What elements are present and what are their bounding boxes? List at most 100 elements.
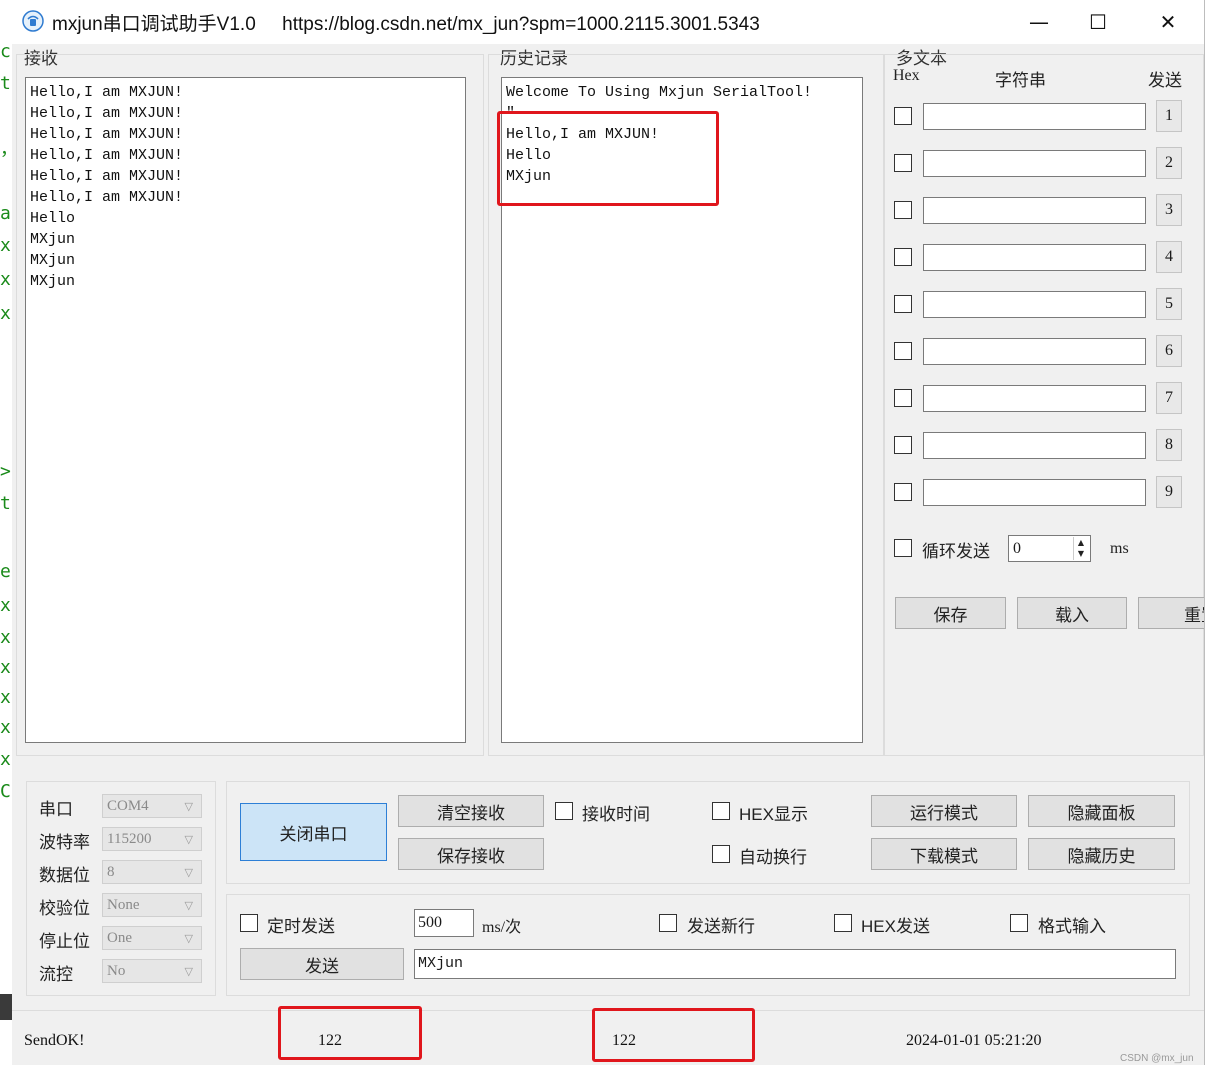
baud-rate-value: 115200 (107, 830, 152, 847)
multitext-string-input[interactable] (923, 197, 1146, 224)
multitext-string-input[interactable] (923, 150, 1146, 177)
receive-textarea[interactable]: Hello,I am MXJUN! Hello,I am MXJUN! Hello,… (25, 77, 466, 743)
receive-line: MXjun (30, 252, 76, 269)
flow-control-label: 流控 (39, 965, 73, 984)
run-mode-button[interactable]: 运行模式 (871, 795, 1017, 827)
multitext-send-button[interactable]: 3 (1156, 194, 1182, 226)
background-char: x (0, 687, 11, 708)
maximize-button[interactable]: ☐ (1069, 0, 1127, 44)
multitext-send-button[interactable]: 6 (1156, 335, 1182, 367)
clear-receive-button[interactable]: 清空接收 (398, 795, 544, 827)
close-port-button[interactable]: 关闭串口 (240, 803, 387, 861)
close-window-button[interactable]: ✕ (1139, 0, 1197, 44)
auto-newline-checkbox[interactable] (712, 845, 730, 863)
multitext-send-button[interactable]: 5 (1156, 288, 1182, 320)
highlight-box (497, 111, 719, 206)
multitext-hex-checkbox[interactable] (894, 389, 912, 407)
receive-line: MXjun (30, 231, 76, 248)
parity-label: 校验位 (39, 899, 90, 918)
multitext-string-input[interactable] (923, 244, 1146, 271)
stop-bits-combobox[interactable]: One ▽ (102, 926, 202, 950)
send-interval-input[interactable]: 500 (414, 909, 474, 937)
format-input-checkbox[interactable] (1010, 914, 1028, 932)
chevron-down-icon: ▽ (184, 801, 193, 813)
multitext-hex-checkbox[interactable] (894, 248, 912, 266)
multitext-load-button[interactable]: 载入 (1017, 597, 1127, 629)
send-text-input[interactable]: MXjun (414, 949, 1176, 979)
format-input-label: 格式输入 (1038, 917, 1106, 936)
highlight-box (278, 1006, 422, 1060)
watermark: CSDN @mx_jun (1120, 1053, 1194, 1064)
hide-panel-button[interactable]: 隐藏面板 (1028, 795, 1175, 827)
hex-send-checkbox[interactable] (834, 914, 852, 932)
multitext-string-input[interactable] (923, 103, 1146, 130)
receive-time-checkbox[interactable] (555, 802, 573, 820)
parity-combobox[interactable]: None ▽ (102, 893, 202, 917)
stop-bits-value: One (107, 929, 132, 946)
multitext-send-button[interactable]: 8 (1156, 429, 1182, 461)
hex-display-label: HEX显示 (739, 805, 808, 824)
multitext-string-input[interactable] (923, 432, 1146, 459)
close-icon: ✕ (1159, 10, 1177, 34)
flow-control-combobox[interactable]: No ▽ (102, 959, 202, 983)
stop-bits-label: 停止位 (39, 932, 90, 951)
multitext-hex-checkbox[interactable] (894, 201, 912, 219)
baud-rate-combobox[interactable]: 115200 ▽ (102, 827, 202, 851)
background-taskbar-fragment (0, 994, 12, 1020)
minimize-button[interactable]: — (1010, 0, 1068, 44)
multitext-string-input[interactable] (923, 338, 1146, 365)
send-group (226, 894, 1190, 996)
send-button[interactable]: 发送 (240, 948, 404, 980)
receive-line: Hello,I am MXJUN! (30, 84, 184, 101)
receive-line: Hello,I am MXJUN! (30, 126, 184, 143)
multitext-send-button[interactable]: 9 (1156, 476, 1182, 508)
background-char: x (0, 595, 11, 616)
background-char: C (0, 781, 11, 802)
send-newline-checkbox[interactable] (659, 914, 677, 932)
background-char: e (0, 561, 11, 582)
port-combobox[interactable]: COM4 ▽ (102, 794, 202, 818)
send-newline-label: 发送新行 (687, 917, 755, 936)
multitext-string-header: 字符串 (995, 71, 1046, 90)
multitext-save-button[interactable]: 保存 (895, 597, 1006, 629)
multitext-hex-checkbox[interactable] (894, 154, 912, 172)
status-text: SendOK! (24, 1032, 85, 1049)
multitext-hex-checkbox[interactable] (894, 295, 912, 313)
multitext-hex-checkbox[interactable] (894, 342, 912, 360)
download-mode-button[interactable]: 下载模式 (871, 838, 1017, 870)
timed-send-checkbox[interactable] (240, 914, 258, 932)
multitext-send-button[interactable]: 1 (1156, 100, 1182, 132)
hide-history-button[interactable]: 隐藏历史 (1028, 838, 1175, 870)
send-interval-unit: ms/次 (482, 919, 522, 936)
status-datetime: 2024-01-01 05:21:20 (906, 1032, 1042, 1049)
multitext-send-button[interactable]: 7 (1156, 382, 1182, 414)
multitext-string-input[interactable] (923, 291, 1146, 318)
multitext-send-button[interactable]: 2 (1156, 147, 1182, 179)
receive-line: Hello,I am MXJUN! (30, 168, 184, 185)
save-receive-button[interactable]: 保存接收 (398, 838, 544, 870)
spin-arrows-icon[interactable]: ▲ ▼ (1073, 537, 1088, 560)
maximize-icon: ☐ (1089, 10, 1107, 34)
loop-send-checkbox[interactable] (894, 539, 912, 557)
background-char: x (0, 269, 11, 290)
multitext-hex-checkbox[interactable] (894, 483, 912, 501)
multitext-hex-checkbox[interactable] (894, 107, 912, 125)
multitext-reset-button[interactable]: 重置 (1138, 597, 1204, 629)
background-char: ， (0, 139, 18, 160)
hex-send-label: HEX发送 (861, 917, 930, 936)
app-window: mxjun串口调试助手V1.0 https://blog.csdn.net/mx… (12, 0, 1205, 1065)
multitext-string-input[interactable] (923, 385, 1146, 412)
hex-display-checkbox[interactable] (712, 802, 730, 820)
background-char: > (0, 461, 11, 482)
title-bar[interactable]: mxjun串口调试助手V1.0 https://blog.csdn.net/mx… (12, 0, 1204, 44)
loop-interval-spinbox[interactable]: 0 ▲ ▼ (1008, 535, 1091, 562)
multitext-hex-checkbox[interactable] (894, 436, 912, 454)
background-char: x (0, 303, 11, 324)
multitext-send-button[interactable]: 4 (1156, 241, 1182, 273)
timed-send-label: 定时发送 (267, 917, 335, 936)
loop-interval-value: 0 (1013, 540, 1021, 557)
parity-value: None (107, 896, 140, 913)
background-char: x (0, 717, 11, 738)
data-bits-combobox[interactable]: 8 ▽ (102, 860, 202, 884)
multitext-string-input[interactable] (923, 479, 1146, 506)
